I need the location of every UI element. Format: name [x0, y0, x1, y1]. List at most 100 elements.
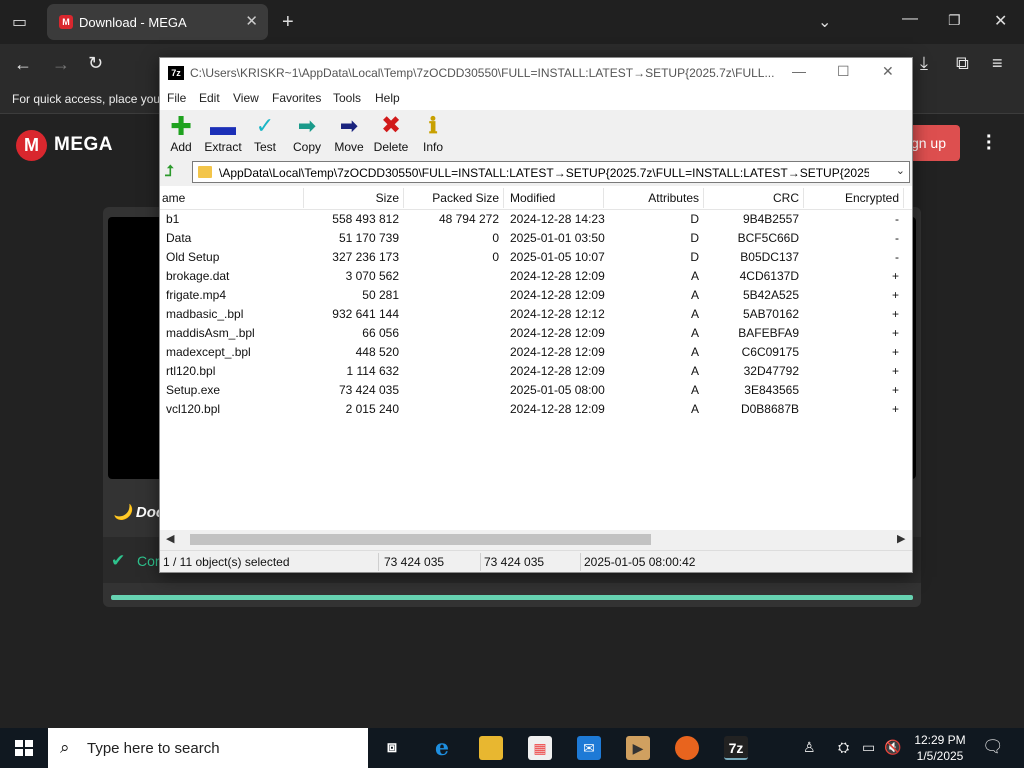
table-row[interactable]: maddisAsm_.bpl 66 056 2024-12-28 12:09 A BAF…	[160, 324, 912, 343]
maximize-window-icon[interactable]: ☐	[837, 63, 850, 80]
minimize-browser-icon[interactable]: —	[902, 10, 918, 28]
add-button[interactable]: ✚ Add	[159, 113, 203, 154]
test-button[interactable]: ✓ Test	[243, 114, 287, 155]
clock-time: 12:29 PM	[914, 733, 966, 747]
firefox-icon[interactable]	[675, 736, 699, 760]
volume-muted-icon[interactable]: 🔇	[884, 739, 901, 756]
sevenzip-taskbar-icon[interactable]: 7z	[724, 736, 748, 760]
column-attributes[interactable]: Attributes	[603, 191, 699, 205]
menu-tools[interactable]: Tools	[333, 91, 361, 105]
scroll-left-icon[interactable]: ◀	[166, 532, 174, 545]
column-size[interactable]: Size	[303, 191, 399, 205]
file-explorer-icon[interactable]	[479, 736, 503, 760]
info-icon: ℹ	[428, 113, 438, 139]
cell-modified: 2024-12-28 12:12	[510, 307, 605, 321]
cell-encrypted: +	[891, 383, 899, 397]
menu-favorites[interactable]: Favorites	[272, 91, 321, 105]
table-row[interactable]: b1 558 493 812 48 794 272 2024-12-28 14:23 D…	[160, 210, 912, 229]
move-button[interactable]: ➡ Move	[327, 114, 371, 155]
store-icon[interactable]: ▦	[528, 736, 552, 760]
scrollbar-thumb[interactable]	[190, 534, 651, 545]
sevenzip-titlebar[interactable]: 7z C:\Users\KRISKR~1\AppData\Local\Temp\…	[160, 58, 912, 88]
table-row[interactable]: brokage.dat 3 070 562 2024-12-28 12:09 A 4CD…	[160, 267, 912, 286]
forward-icon[interactable]: →	[52, 54, 70, 75]
people-icon[interactable]: ♙	[803, 739, 816, 756]
column-crc[interactable]: CRC	[703, 191, 799, 205]
mail-icon[interactable]: ✉	[577, 736, 601, 760]
cell-modified: 2024-12-28 12:09	[510, 345, 605, 359]
reload-icon[interactable]: ↻	[88, 53, 103, 74]
cell-encrypted: +	[891, 326, 899, 340]
table-row[interactable]: madexcept_.bpl 448 520 2024-12-28 12:09 A C6…	[160, 343, 912, 362]
cell-name: Setup.exe	[166, 383, 221, 397]
cell-name: vcl120.bpl	[166, 402, 221, 416]
network-user-icon[interactable]: ⛭	[838, 739, 849, 756]
search-placeholder: Type here to search	[87, 740, 220, 757]
scroll-right-icon[interactable]: ▶	[897, 532, 905, 545]
cell-encrypted: +	[891, 364, 899, 378]
new-tab-icon[interactable]: +	[282, 11, 294, 34]
menu-help[interactable]: Help	[375, 91, 400, 105]
up-folder-icon[interactable]: ⮥	[165, 163, 174, 180]
close-browser-icon[interactable]: ✕	[994, 11, 1007, 31]
cell-size: 558 493 812	[332, 212, 399, 226]
extensions-icon[interactable]: ⧉	[956, 53, 969, 74]
menu-icon[interactable]: ≡	[992, 53, 1003, 74]
minimize-window-icon[interactable]: —	[792, 63, 806, 79]
delete-button[interactable]: ✖ Delete	[369, 114, 413, 155]
status-packed: 73 424 035	[484, 555, 545, 569]
back-icon[interactable]: ←	[14, 54, 32, 75]
menu-edit[interactable]: Edit	[199, 91, 220, 105]
tab-list-chevron-icon[interactable]: ⌄	[818, 12, 831, 32]
extract-button[interactable]: ▬ Extract	[201, 113, 245, 154]
downloads-icon[interactable]: ⤓	[920, 53, 928, 74]
taskbar-search-box[interactable]: ⌕ Type here to search	[48, 728, 368, 768]
table-row[interactable]: rtl120.bpl 1 114 632 2024-12-28 12:09 A 32D4…	[160, 362, 912, 381]
table-row[interactable]: frigate.mp4 50 281 2024-12-28 12:09 A 5B42A5…	[160, 286, 912, 305]
table-row[interactable]: Data 51 170 739 0 2025-01-01 03:50 D BCF5C66D…	[160, 229, 912, 248]
table-row[interactable]: madbasic_.bpl 932 641 144 2024-12-28 12:12…	[160, 305, 912, 324]
file-list[interactable]: ame Size Packed Size Modified Attributes…	[160, 186, 912, 530]
status-size: 73 424 035	[384, 555, 445, 569]
mega-brand[interactable]: MEGA	[54, 134, 113, 156]
status-divider	[480, 553, 481, 571]
tab-actions-icon[interactable]: ▭	[12, 12, 27, 32]
sevenzip-menubar: File Edit View Favorites Tools Help	[160, 88, 912, 110]
tab-title: Download - MEGA	[79, 15, 187, 30]
column-packed-size[interactable]: Packed Size	[403, 191, 499, 205]
column-header: ame Size Packed Size Modified Attributes…	[160, 186, 912, 210]
table-row[interactable]: Setup.exe 73 424 035 2025-01-05 08:00 A 3E84…	[160, 381, 912, 400]
horizontal-scrollbar[interactable]: ◀ ▶	[160, 530, 912, 548]
internet-explorer-icon[interactable]: e	[430, 736, 454, 760]
folder-icon	[198, 166, 212, 178]
column-encrypted[interactable]: Encrypted	[803, 191, 899, 205]
task-view-icon[interactable]: ⧈	[380, 736, 404, 760]
column-name[interactable]: ame	[162, 191, 185, 205]
table-row[interactable]: Old Setup 327 236 173 0 2025-01-05 10:07 D B0…	[160, 248, 912, 267]
close-tab-icon[interactable]: ✕	[245, 12, 258, 30]
taskbar-clock[interactable]: 12:29 PM 1/5/2025	[910, 732, 970, 764]
tab-download-mega[interactable]: M Download - MEGA ✕	[47, 4, 268, 40]
cell-size: 327 236 173	[332, 250, 399, 264]
windows-start-icon[interactable]	[15, 740, 33, 756]
more-options-icon[interactable]: · · ·	[986, 127, 993, 159]
info-button[interactable]: ℹ Info	[411, 114, 455, 154]
cell-size: 448 520	[355, 345, 399, 359]
mega-logo-icon[interactable]: M	[16, 130, 47, 161]
path-dropdown-icon[interactable]: ⌄	[896, 164, 905, 177]
search-icon: ⌕	[60, 738, 70, 757]
menu-file[interactable]: File	[167, 91, 186, 105]
restore-browser-icon[interactable]: ❐	[948, 12, 961, 29]
table-row[interactable]: vcl120.bpl 2 015 240 2024-12-28 12:09 A D0B8…	[160, 400, 912, 419]
path-field[interactable]: \AppData\Local\Temp\7zOCDD30550\FULL=INS…	[192, 161, 910, 183]
copy-button[interactable]: ➡ Copy	[285, 114, 329, 155]
notifications-icon[interactable]: 🗨	[982, 737, 1004, 757]
close-window-icon[interactable]: ✕	[882, 63, 894, 80]
media-player-icon[interactable]: ▶	[626, 736, 650, 760]
menu-view[interactable]: View	[233, 91, 259, 105]
cell-attributes: A	[690, 288, 699, 302]
cell-packed-size: 0	[492, 231, 499, 245]
cell-crc: 5AB70162	[742, 307, 799, 321]
network-icon[interactable]: ▭	[862, 739, 875, 756]
column-modified[interactable]: Modified	[510, 191, 555, 205]
